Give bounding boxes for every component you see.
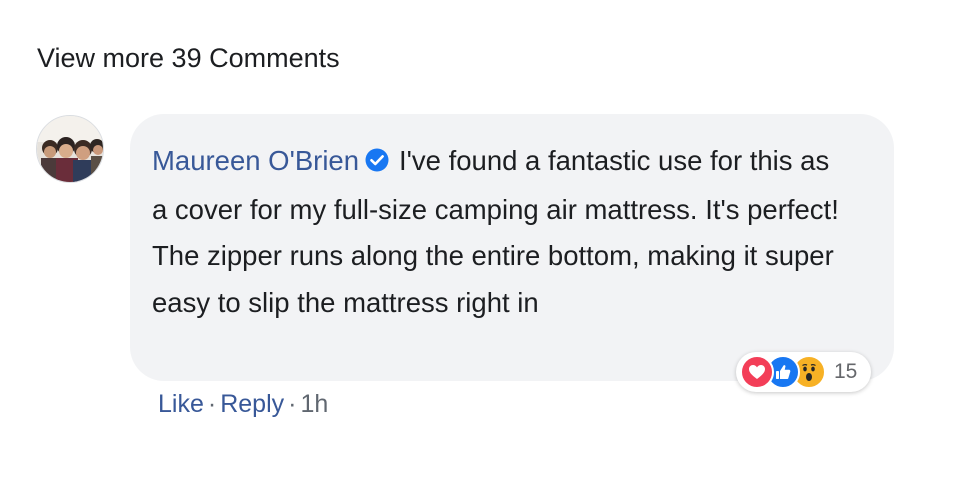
separator-dot: · [288,390,297,418]
reactions-summary[interactable]: 15 [736,352,872,392]
view-more-comments-link[interactable]: View more 39 Comments [37,40,340,76]
comment-body: Maureen O'Brien I've found a fantastic us… [152,138,852,326]
avatar[interactable] [36,115,104,183]
timestamp[interactable]: 1h [300,387,328,421]
like-button[interactable]: Like [158,387,204,421]
comment-bubble: Maureen O'Brien I've found a fantastic us… [130,114,894,381]
author-name-link[interactable]: Maureen O'Brien [152,145,359,176]
love-icon [740,355,774,389]
group-photo-avatar-icon [37,116,103,182]
verified-badge-icon [365,140,389,187]
comment-actions: Like · Reply · 1h [158,387,328,421]
reaction-count: 15 [834,360,858,383]
reply-button[interactable]: Reply [220,387,284,421]
comment-thread: View more 39 Comments Maureen O'Brien I'v… [0,0,962,486]
separator-dot: · [207,390,217,418]
